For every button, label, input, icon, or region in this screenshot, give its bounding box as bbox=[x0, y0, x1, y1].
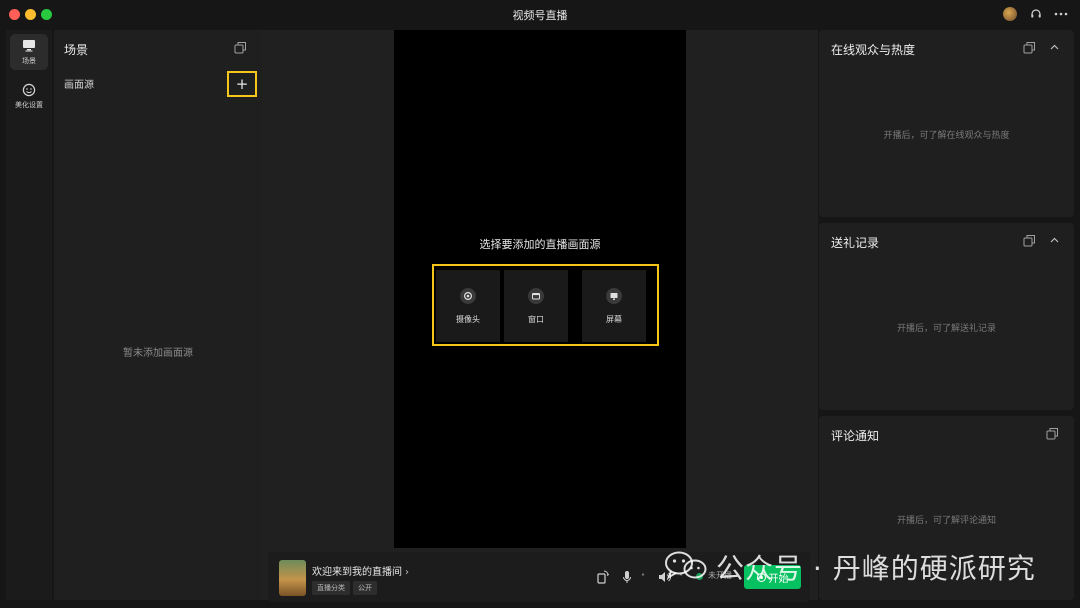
nav-label-beauty: 美化设置 bbox=[15, 100, 43, 109]
title-bar: 视频号直播 bbox=[0, 0, 1080, 30]
screen-source-label: 屏幕 bbox=[606, 314, 622, 324]
window-source-button[interactable]: 窗口 bbox=[504, 270, 568, 342]
visibility-tag[interactable]: 公开 bbox=[353, 581, 377, 595]
window-source-label: 窗口 bbox=[528, 314, 544, 324]
source-options: 摄像头 窗口 屏幕 bbox=[432, 264, 659, 346]
headset-icon[interactable] bbox=[1028, 6, 1044, 22]
microphone-icon[interactable] bbox=[619, 569, 635, 585]
collapse-chevron-icon[interactable] bbox=[1047, 40, 1061, 54]
audience-panel: 在线观众与热度 开播后，可了解在线观众与热度 bbox=[819, 30, 1074, 217]
room-cover-image[interactable] bbox=[279, 560, 306, 596]
popout-icon[interactable] bbox=[1023, 41, 1037, 55]
scene-title: 场景 bbox=[64, 43, 89, 57]
popout-icon[interactable] bbox=[1023, 234, 1037, 248]
category-tag[interactable]: 直播分类 bbox=[312, 581, 350, 595]
rotate-screen-icon[interactable] bbox=[595, 569, 611, 585]
scene-panel: 场景 画面源 + 暂未添加画面源 bbox=[54, 30, 262, 600]
gift-panel: 送礼记录 开播后，可了解送礼记录 bbox=[819, 223, 1074, 410]
gift-panel-title: 送礼记录 bbox=[831, 236, 880, 250]
wechat-icon bbox=[664, 550, 708, 580]
nav-item-scene[interactable]: 场景 bbox=[10, 34, 48, 70]
camera-source-button[interactable]: 摄像头 bbox=[436, 270, 500, 342]
watermark: 公众号 · 丹峰的硬派研究 bbox=[664, 544, 1054, 588]
mic-options-chevron-icon[interactable]: ˄ bbox=[635, 569, 651, 585]
nav-label-scene: 场景 bbox=[22, 56, 36, 65]
choose-source-title: 选择要添加的直播画面源 bbox=[479, 238, 601, 251]
source-label: 画面源 bbox=[64, 80, 94, 91]
avatar-icon[interactable] bbox=[1003, 7, 1017, 21]
audience-empty-text: 开播后，可了解在线观众与热度 bbox=[883, 131, 1010, 141]
window-title: 视频号直播 bbox=[512, 9, 568, 22]
room-title-link[interactable]: 欢迎来到我的直播间 › bbox=[312, 563, 409, 578]
left-nav: 场景 美化设置 bbox=[6, 30, 52, 600]
copy-icon[interactable] bbox=[234, 41, 248, 55]
screen-source-button[interactable]: 屏幕 bbox=[582, 270, 646, 342]
watermark-text: 公众号 · 丹峰的硬派研究 bbox=[716, 552, 1036, 585]
gift-empty-text: 开播后，可了解送礼记录 bbox=[896, 324, 996, 334]
monitor-icon bbox=[21, 39, 37, 53]
nav-item-beauty[interactable]: 美化设置 bbox=[10, 78, 48, 114]
audience-panel-title: 在线观众与热度 bbox=[831, 43, 916, 57]
chevron-right-icon: › bbox=[405, 567, 409, 578]
preview-canvas: 选择要添加的直播画面源 摄像头 窗口 屏幕 bbox=[394, 30, 686, 548]
popout-icon[interactable] bbox=[1046, 427, 1060, 441]
room-title: 欢迎来到我的直播间 bbox=[312, 567, 402, 578]
camera-icon bbox=[460, 287, 476, 304]
face-smile-icon bbox=[21, 83, 37, 97]
more-icon[interactable] bbox=[1053, 6, 1069, 22]
add-source-button[interactable]: + bbox=[227, 71, 257, 97]
screen-icon bbox=[606, 287, 622, 304]
comment-empty-text: 开播后，可了解评论通知 bbox=[896, 516, 996, 526]
collapse-chevron-icon[interactable] bbox=[1047, 233, 1061, 247]
preview-stage: 选择要添加的直播画面源 摄像头 窗口 屏幕 bbox=[262, 30, 818, 600]
window-icon bbox=[528, 287, 544, 304]
comment-panel-title: 评论通知 bbox=[831, 429, 880, 443]
camera-source-label: 摄像头 bbox=[456, 314, 480, 324]
empty-source-text: 暂未添加画面源 bbox=[123, 348, 193, 359]
